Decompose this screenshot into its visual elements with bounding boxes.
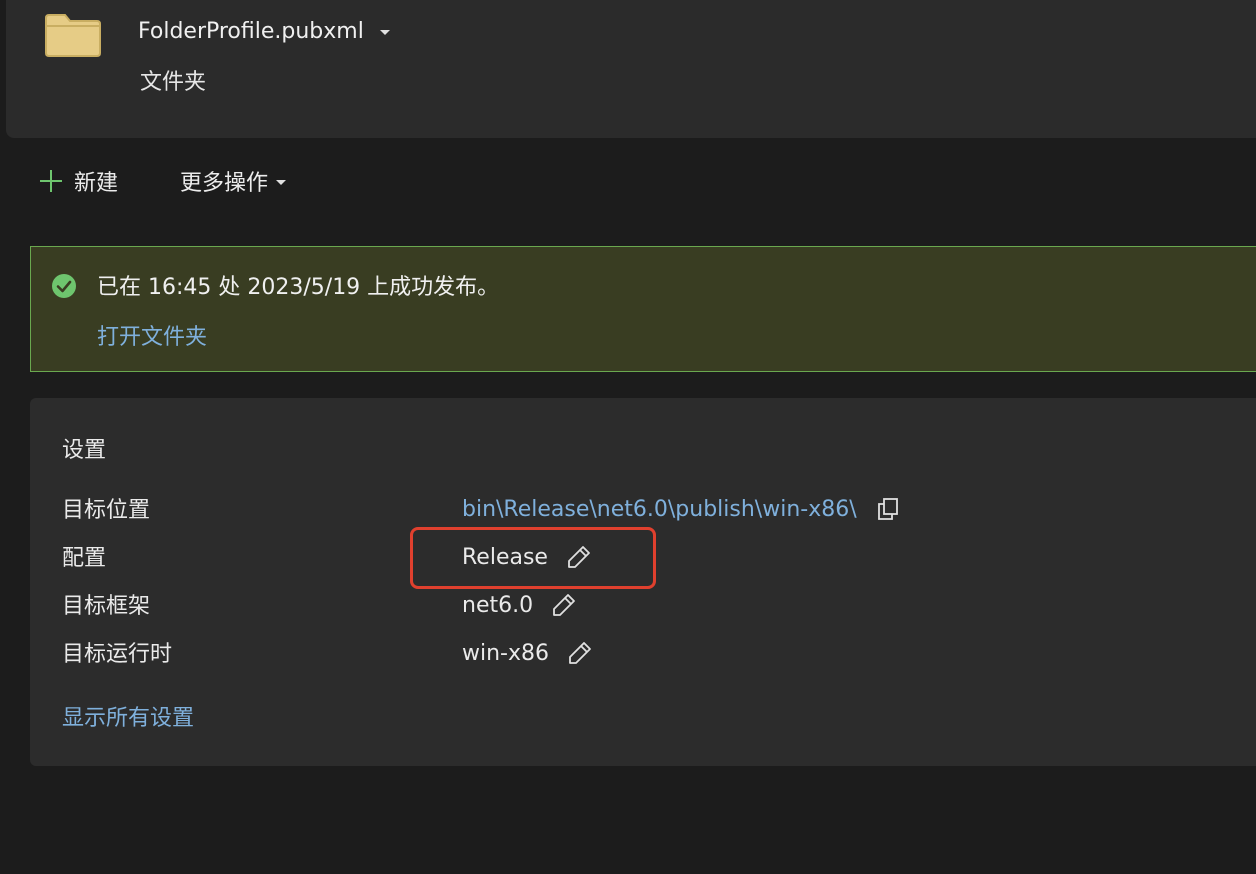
- target-framework-value: net6.0: [462, 588, 577, 622]
- more-actions-label: 更多操作: [180, 171, 269, 196]
- new-button[interactable]: 新建: [38, 164, 118, 198]
- target-runtime-label: 目标运行时: [62, 642, 173, 667]
- more-actions-button[interactable]: 更多操作: [180, 164, 287, 198]
- profile-type: 文件夹: [140, 70, 207, 95]
- publish-success-banner: 已在 16:45 处 2023/5/19 上成功发布。 打开文件夹: [30, 246, 1256, 372]
- configuration-value: Release: [462, 540, 592, 574]
- configuration-label: 配置: [62, 546, 107, 571]
- open-folder-link[interactable]: 打开文件夹: [97, 319, 207, 351]
- edit-target-framework-icon[interactable]: [551, 592, 577, 618]
- profile-name: FolderProfile.pubxml: [138, 18, 364, 44]
- target-framework-text: net6.0: [462, 592, 534, 618]
- show-all-settings-link[interactable]: 显示所有设置: [62, 700, 194, 732]
- success-check-icon: [52, 274, 76, 298]
- target-location-value: bin\Release\net6.0\publish\win-x86\: [462, 492, 901, 526]
- settings-title: 设置: [62, 438, 107, 463]
- copy-icon[interactable]: [875, 496, 901, 522]
- chevron-down-icon: [276, 179, 287, 185]
- chevron-down-icon: [379, 29, 390, 35]
- folder-icon: [45, 14, 101, 57]
- target-framework-label: 目标框架: [62, 594, 151, 619]
- target-runtime-value: win-x86: [462, 636, 593, 670]
- target-location-label: 目标位置: [62, 498, 151, 523]
- configuration-text: Release: [462, 544, 548, 570]
- settings-card: 设置 目标位置 bin\Release\net6.0\publish\win-x…: [30, 398, 1256, 766]
- target-runtime-text: win-x86: [462, 640, 550, 666]
- publish-success-message: 已在 16:45 处 2023/5/19 上成功发布。: [97, 275, 500, 300]
- plus-icon: [40, 170, 62, 192]
- edit-configuration-icon[interactable]: [566, 544, 592, 570]
- edit-target-runtime-icon[interactable]: [567, 640, 593, 666]
- new-button-label: 新建: [74, 171, 119, 196]
- profile-selector[interactable]: FolderProfile.pubxml: [138, 14, 390, 48]
- target-location-link[interactable]: bin\Release\net6.0\publish\win-x86\: [462, 497, 857, 522]
- profile-header-card: FolderProfile.pubxml 文件夹: [6, 0, 1256, 138]
